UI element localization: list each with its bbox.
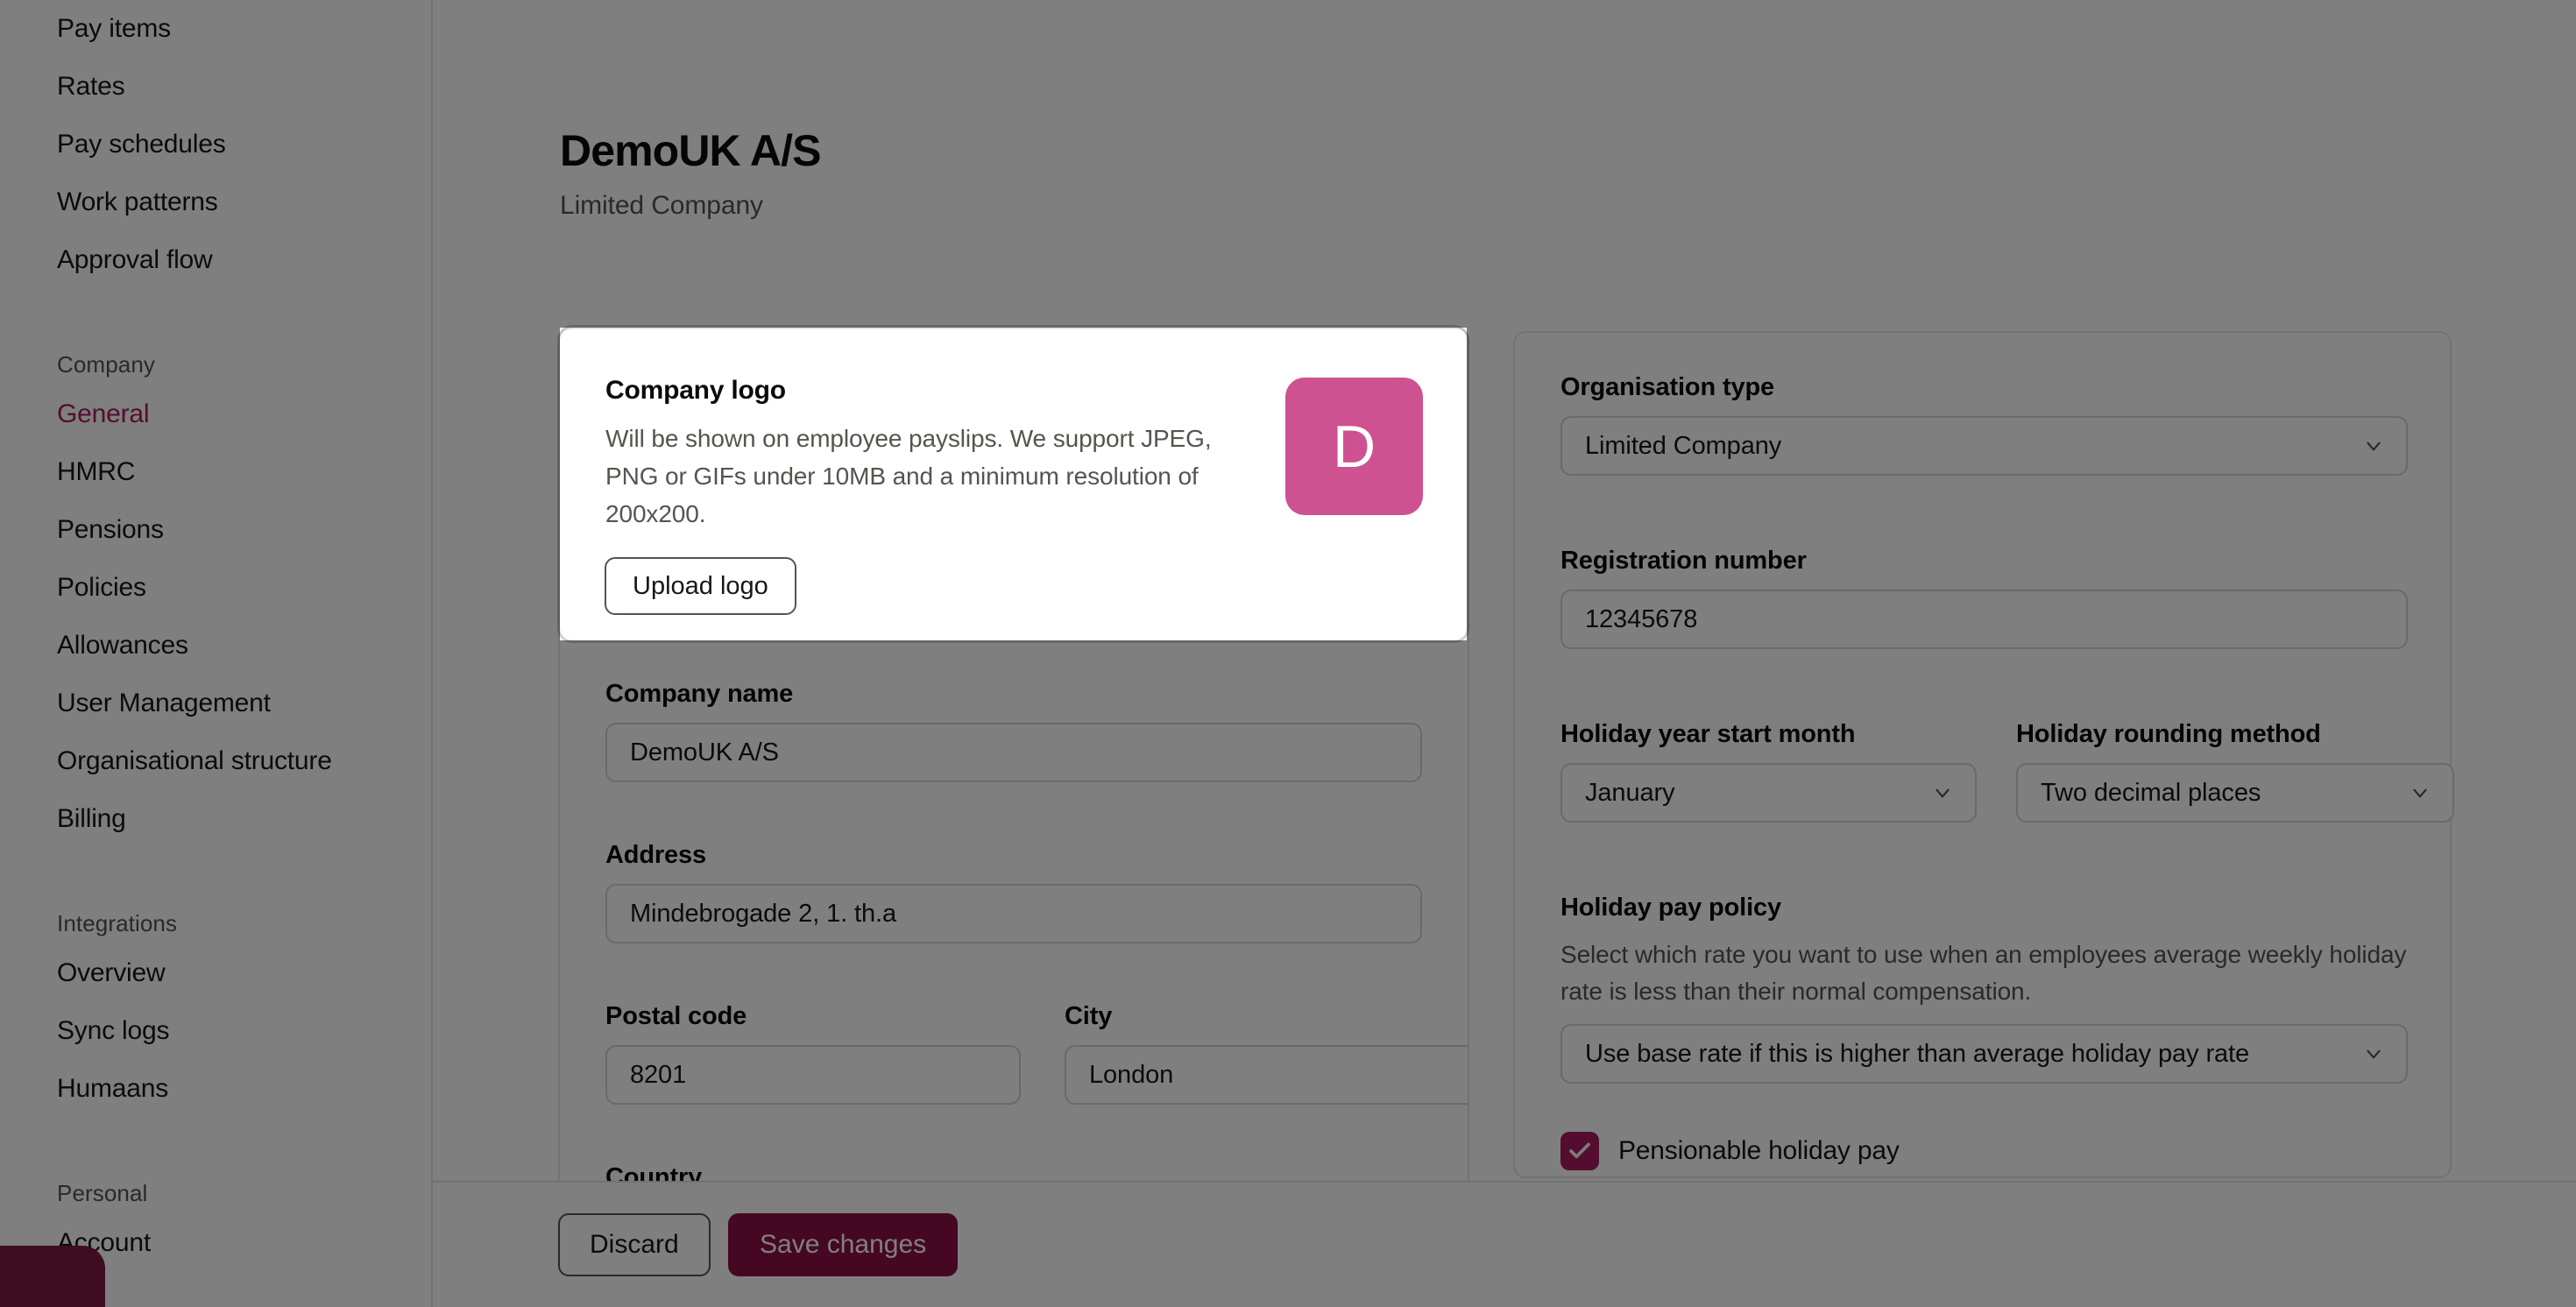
- chevron-down-icon: [2362, 1042, 2385, 1065]
- registration-number-input[interactable]: 12345678: [1560, 590, 2408, 649]
- upload-logo-button[interactable]: Upload logo: [605, 557, 796, 615]
- registration-number-field: Registration number 12345678: [1560, 547, 2408, 649]
- settings-main: DemoUK A/S Limited Company Company logo …: [433, 0, 2576, 1307]
- sidebar-item-work-patterns[interactable]: Work patterns: [0, 173, 431, 231]
- sidebar-item-overview[interactable]: Overview: [0, 944, 431, 1002]
- sidebar-item-pensions[interactable]: Pensions: [0, 501, 431, 559]
- postal-code-field: Postal code 8201: [605, 1002, 1021, 1105]
- country-label: Country: [605, 1163, 703, 1181]
- company-logo-description: Will be shown on employee payslips. We s…: [605, 425, 1212, 527]
- holiday-rounding-method-select[interactable]: Two decimal places: [2016, 763, 2454, 823]
- country-field: Country: [605, 1163, 1422, 1181]
- sidebar-group-divider: [0, 848, 431, 888]
- company-details-card: Company logo Will be shown on employee p…: [558, 328, 1469, 1181]
- company-name-label: Company name: [605, 680, 794, 708]
- sidebar-item-policies[interactable]: Policies: [0, 559, 431, 617]
- discard-button[interactable]: Discard: [558, 1213, 711, 1276]
- organisation-type-field: Organisation type Limited Company: [1560, 373, 2408, 476]
- company-name-field: Company name DemoUK A/S: [605, 680, 1422, 782]
- holiday-pay-policy-select[interactable]: Use base rate if this is higher than ave…: [1560, 1024, 2408, 1084]
- address-input[interactable]: Mindebrogade 2, 1. th.a: [605, 884, 1422, 943]
- holiday-rounding-method-value: Two decimal places: [2041, 778, 2261, 807]
- holiday-year-start-month-value: January: [1585, 778, 1675, 807]
- sidebar-item-rates[interactable]: Rates: [0, 58, 431, 116]
- holiday-rounding-method-label: Holiday rounding method: [2016, 720, 2321, 748]
- chevron-down-icon: [2362, 434, 2385, 457]
- sidebar-item-hmrc[interactable]: HMRC: [0, 443, 431, 501]
- sidebar-section-company: Company: [57, 351, 155, 378]
- sidebar-item-billing[interactable]: Billing: [0, 790, 431, 848]
- check-icon: [1569, 1142, 1590, 1159]
- sidebar-item-sync-logs[interactable]: Sync logs: [0, 1002, 431, 1060]
- sidebar-item-user-management[interactable]: User Management: [0, 675, 431, 732]
- chevron-down-icon: [2409, 781, 2431, 804]
- city-input[interactable]: London: [1065, 1045, 1468, 1105]
- city-field: City London: [1065, 1002, 1468, 1105]
- company-name-input[interactable]: DemoUK A/S: [605, 723, 1422, 782]
- sidebar-group-divider: [0, 1118, 431, 1158]
- company-avatar[interactable]: D: [1285, 378, 1423, 515]
- registration-number-label: Registration number: [1560, 547, 1807, 575]
- sidebar-item-humaans[interactable]: Humaans: [0, 1060, 431, 1118]
- holiday-year-start-month-field: Holiday year start month January: [1560, 720, 1977, 823]
- organisation-type-select[interactable]: Limited Company: [1560, 416, 2408, 476]
- settings-scroll-area: DemoUK A/S Limited Company Company logo …: [433, 0, 2576, 1181]
- pensionable-holiday-pay-row[interactable]: Pensionable holiday pay: [1560, 1132, 1900, 1170]
- holiday-pay-policy-field: Holiday pay policy Select which rate you…: [1560, 894, 2408, 1084]
- company-logo-title: Company logo: [605, 376, 786, 405]
- page-header: DemoUK A/S Limited Company: [560, 127, 2049, 221]
- sidebar-item-allowances[interactable]: Allowances: [0, 617, 431, 675]
- sidebar-item-pay-schedules[interactable]: Pay schedules: [0, 116, 431, 173]
- organisation-type-label: Organisation type: [1560, 373, 1774, 401]
- settings-sidebar: Pay items Rates Pay schedules Work patterns…: [0, 0, 433, 1307]
- holiday-pay-policy-value: Use base rate if this is higher than ave…: [1585, 1039, 2250, 1068]
- company-avatar-initial: D: [1332, 413, 1376, 480]
- company-logo-block: Company logo Will be shown on employee p…: [560, 329, 1468, 640]
- address-field: Address Mindebrogade 2, 1. th.a: [605, 841, 1422, 943]
- holiday-rounding-method-field: Holiday rounding method Two decimal plac…: [2016, 720, 2454, 823]
- organisation-type-value: Limited Company: [1585, 431, 1782, 460]
- holiday-pay-policy-label: Holiday pay policy: [1560, 894, 1781, 922]
- save-changes-button[interactable]: Save changes: [728, 1213, 959, 1276]
- city-label: City: [1065, 1002, 1113, 1030]
- address-label: Address: [605, 841, 706, 869]
- form-action-bar: Discard Save changes: [433, 1181, 2576, 1307]
- sidebar-bottom-accent-pill[interactable]: [0, 1246, 105, 1307]
- sidebar-section-personal: Personal: [57, 1180, 148, 1206]
- organisation-details-card: Organisation type Limited Company Regist…: [1513, 331, 2454, 1178]
- pensionable-holiday-pay-label: Pensionable holiday pay: [1618, 1136, 1900, 1165]
- holiday-year-start-month-label: Holiday year start month: [1560, 720, 1856, 748]
- holiday-pay-policy-help: Select which rate you want to use when a…: [1560, 941, 2407, 1005]
- chevron-down-icon: [1931, 781, 1954, 804]
- sidebar-item-pay-items[interactable]: Pay items: [0, 0, 431, 58]
- pensionable-holiday-pay-checkbox[interactable]: [1560, 1132, 1599, 1170]
- postal-code-input[interactable]: 8201: [605, 1045, 1021, 1105]
- page-title: DemoUK A/S: [560, 126, 821, 175]
- sidebar-item-organisational-structure[interactable]: Organisational structure: [0, 732, 431, 790]
- sidebar-item-approval-flow[interactable]: Approval flow: [0, 231, 431, 289]
- sidebar-item-general[interactable]: General: [0, 385, 431, 443]
- page-subtitle: Limited Company: [560, 191, 763, 220]
- app-root: Pay items Rates Pay schedules Work patterns…: [0, 0, 2576, 1307]
- sidebar-section-integrations: Integrations: [57, 910, 178, 936]
- sidebar-nav-list: Pay items Rates Pay schedules Work patterns…: [0, 0, 431, 1272]
- holiday-year-start-month-select[interactable]: January: [1560, 763, 1977, 823]
- postal-code-label: Postal code: [605, 1002, 747, 1030]
- sidebar-group-divider: [0, 289, 431, 329]
